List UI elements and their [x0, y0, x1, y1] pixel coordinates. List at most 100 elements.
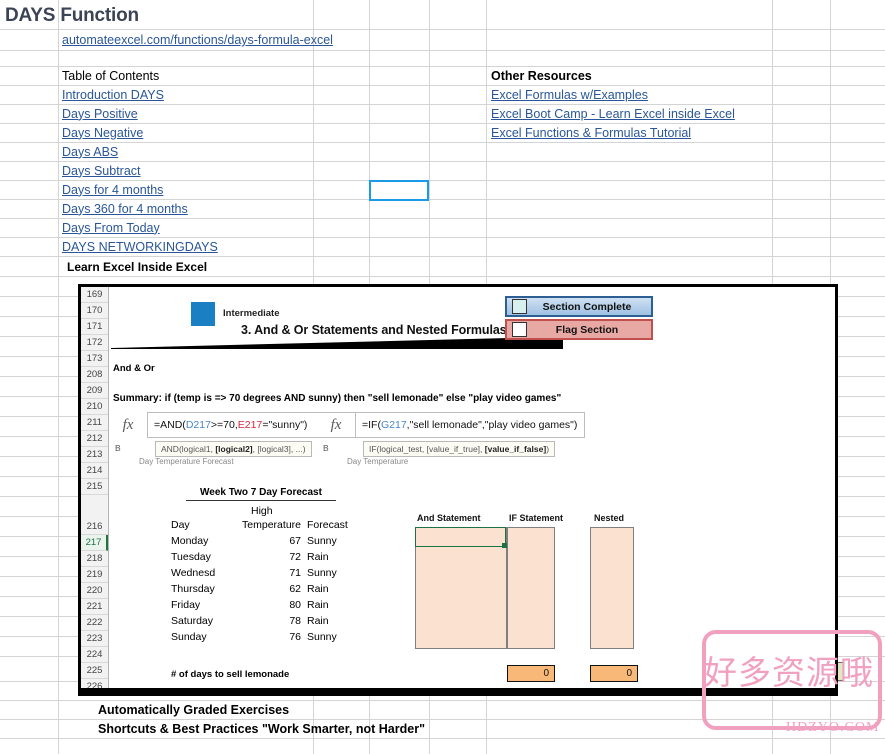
row-number[interactable]: 215 [81, 479, 108, 495]
toc-item-days-networkingdays[interactable]: DAYS NETWORKINGDAYS [59, 238, 221, 256]
row-number[interactable]: 222 [81, 615, 108, 631]
toc-item-days-positive[interactable]: Days Positive [59, 105, 141, 123]
if-statement-total[interactable]: 0 [507, 665, 555, 682]
toc-item-label[interactable]: Introduction DAYS [62, 89, 164, 102]
nested-statement-panel[interactable] [590, 527, 634, 649]
selected-cell[interactable] [369, 180, 429, 201]
forecast-header-forecast: Forecast [307, 519, 348, 531]
forecast-temp: 62 [289, 583, 301, 595]
section-complete-label: Section Complete [542, 300, 632, 313]
resources-heading: Other Resources [488, 67, 595, 85]
toc-item-days-from-today[interactable]: Days From Today [59, 219, 163, 237]
formula-mid: >=70, [210, 419, 238, 431]
row-number[interactable]: 214 [81, 463, 108, 479]
toc-item-label[interactable]: Days From Today [62, 222, 160, 235]
resource-link-boot-camp[interactable]: Excel Boot Camp - Learn Excel inside Exc… [488, 105, 738, 123]
forecast-temp: 72 [289, 551, 301, 563]
row-number[interactable]: 170 [81, 303, 108, 319]
tooltip-suffix: ) [546, 444, 550, 454]
forecast-high-label: High [251, 505, 273, 517]
toc-heading-text: Table of Contents [62, 68, 160, 83]
formula-tooltip-if: IF(logical_test, [value_if_true], [value… [363, 441, 556, 457]
footer-line-shortcuts: Shortcuts & Best Practices "Work Smarter… [95, 720, 428, 738]
if-statement-header: IF Statement [509, 513, 564, 523]
row-number[interactable]: 224 [81, 647, 108, 663]
column-letter-b: B [115, 443, 121, 453]
toc-item-label[interactable]: Days 360 for 4 months [62, 203, 188, 216]
toc-item-days-for-4-months[interactable]: Days for 4 months [59, 181, 166, 199]
toc-item-label[interactable]: Days Positive [62, 108, 138, 121]
row-number-selected[interactable]: 217 [81, 535, 108, 551]
grid-line-horizontal [0, 738, 885, 739]
row-number[interactable]: 169 [81, 287, 108, 303]
toc-item-days-negative[interactable]: Days Negative [59, 124, 146, 142]
forecast-weather: Sunny [307, 631, 337, 643]
tooltip-bold-arg: [value_if_false] [484, 444, 547, 454]
toc-item-label[interactable]: Days Negative [62, 127, 143, 140]
formula-input-if[interactable]: =IF(G217 ,"sell lemonade","play video gam… [355, 412, 585, 438]
resource-link-label[interactable]: Excel Functions & Formulas Tutorial [491, 127, 691, 140]
forecast-weather: Rain [307, 599, 329, 611]
fx-icon[interactable]: fx [319, 412, 353, 438]
source-url-link[interactable]: automateexcel.com/functions/days-formula… [59, 31, 336, 50]
forecast-temp: 71 [289, 567, 301, 579]
toc-item-label[interactable]: Days Subtract [62, 165, 141, 178]
row-number[interactable]: 171 [81, 319, 108, 335]
section-complete-checkbox-row[interactable]: Section Complete [505, 296, 653, 317]
resource-link-excel-formulas[interactable]: Excel Formulas w/Examples [488, 86, 651, 104]
forecast-table-title: Week Two 7 Day Forecast [186, 487, 336, 501]
embed-bottom-bar [81, 688, 835, 693]
row-number[interactable]: 218 [81, 551, 108, 567]
and-statement-selected-cell[interactable] [415, 527, 506, 547]
checkbox-icon[interactable] [512, 322, 527, 337]
source-url-text[interactable]: automateexcel.com/functions/days-formula… [62, 34, 333, 47]
row-number[interactable]: 211 [81, 415, 108, 431]
page-title: DAYS Function [5, 4, 139, 26]
footer-line-text: Automatically Graded Exercises [98, 702, 290, 717]
fx-icon[interactable]: fx [111, 412, 145, 438]
row-number[interactable]: 173 [81, 351, 108, 367]
if-statement-panel[interactable] [507, 527, 555, 649]
toc-item-label[interactable]: Days for 4 months [62, 184, 163, 197]
row-number[interactable]: 221 [81, 599, 108, 615]
formula-bar-if[interactable]: fx =IF(G217 ,"sell lemonade","play video … [319, 412, 589, 438]
learn-excel-inside-excel-label: Learn Excel Inside Excel [64, 258, 210, 276]
formula-prefix: =IF( [362, 419, 381, 431]
forecast-temp: 78 [289, 615, 301, 627]
resource-link-label[interactable]: Excel Boot Camp - Learn Excel inside Exc… [491, 108, 735, 121]
forecast-day: Friday [171, 599, 201, 611]
row-number[interactable]: 225 [81, 663, 108, 679]
forecast-weather: Sunny [307, 567, 337, 579]
formula-ref-e217: E217 [237, 419, 263, 431]
row-number[interactable]: 219 [81, 567, 108, 583]
nested-statement-total[interactable]: 0 [590, 665, 638, 682]
toc-item-days-360-for-4-months[interactable]: Days 360 for 4 months [59, 200, 191, 218]
forecast-day: Wednesd [171, 567, 216, 579]
row-number[interactable]: 208 [81, 367, 108, 383]
toc-item-days-subtract[interactable]: Days Subtract [59, 162, 144, 180]
row-number[interactable]: 172 [81, 335, 108, 351]
subsection-label: And & Or [113, 363, 155, 374]
formula-prefix: =AND( [154, 419, 186, 431]
row-number[interactable]: 213 [81, 447, 108, 463]
toc-item-label[interactable]: DAYS NETWORKINGDAYS [62, 241, 218, 254]
toc-item-introduction-days[interactable]: Introduction DAYS [59, 86, 167, 104]
row-number[interactable]: 216 [81, 519, 108, 535]
toc-item-days-abs[interactable]: Days ABS [59, 143, 121, 161]
row-header-strip: 169 170 171 172 173 208 209 210 211 212 … [81, 287, 109, 693]
toc-item-label[interactable]: Days ABS [62, 146, 118, 159]
row-number[interactable]: 220 [81, 583, 108, 599]
row-number[interactable]: 212 [81, 431, 108, 447]
flag-section-checkbox-row[interactable]: Flag Section [505, 319, 653, 340]
fill-handle[interactable] [502, 543, 507, 548]
row-number[interactable]: 210 [81, 399, 108, 415]
row-number[interactable]: 209 [81, 383, 108, 399]
resource-link-functions-tutorial[interactable]: Excel Functions & Formulas Tutorial [488, 124, 694, 142]
checkbox-icon[interactable] [512, 299, 527, 314]
forecast-day: Monday [171, 535, 209, 547]
resource-link-label[interactable]: Excel Formulas w/Examples [491, 89, 648, 102]
formula-suffix: ,"sell lemonade","play video games") [406, 419, 578, 431]
row-number[interactable]: 223 [81, 631, 108, 647]
toc-heading: Table of Contents [59, 67, 162, 85]
grid-line-horizontal [0, 276, 885, 277]
